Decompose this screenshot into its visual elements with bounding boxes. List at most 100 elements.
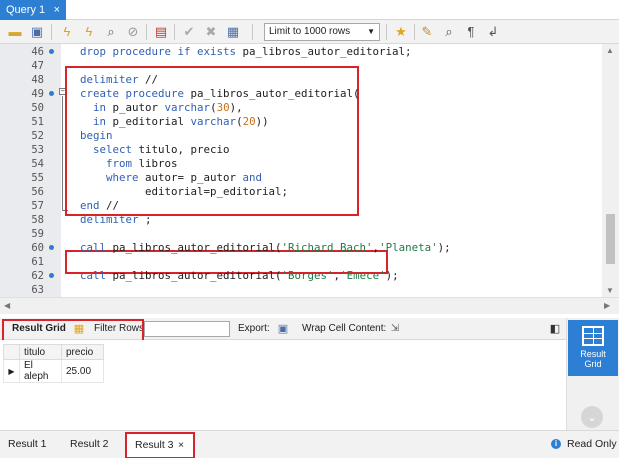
- tab-query-1-label: Query 1: [6, 4, 46, 16]
- filter-rows-input[interactable]: [144, 321, 230, 337]
- line-number: 54: [31, 158, 44, 170]
- toolbar-separator: [51, 24, 52, 40]
- tab-query-1[interactable]: Query 1 ×: [0, 0, 66, 20]
- query-tab-strip: Query 1 ×: [0, 0, 619, 20]
- close-icon[interactable]: ×: [54, 4, 60, 16]
- result-table: titulo precio ▶ El aleph 25.00: [3, 344, 104, 383]
- line-number: 62: [31, 270, 44, 282]
- stop-icon[interactable]: ⊘: [124, 23, 142, 41]
- editor-horizontal-scrollbar[interactable]: ◀ ▶: [0, 297, 619, 314]
- scroll-down-icon[interactable]: ▼: [606, 286, 614, 295]
- code-line[interactable]: end //: [80, 199, 119, 213]
- table-header-row: titulo precio: [3, 344, 104, 360]
- wrap-icon[interactable]: ↲: [484, 23, 502, 41]
- line-number: 58: [31, 214, 44, 226]
- result-toolbar: Result Grid ▦ Filter Rows: Export: ▣ Wra…: [0, 318, 566, 381]
- result-side-panel: Result Grid ⌄: [566, 318, 619, 430]
- toolbar-separator: [174, 24, 175, 40]
- code-line[interactable]: begin: [80, 129, 113, 143]
- toolbar-separator: [414, 24, 415, 40]
- result-grid-area: titulo precio ▶ El aleph 25.00: [0, 340, 566, 430]
- export-icon[interactable]: ▣: [274, 320, 292, 338]
- line-number: 47: [31, 60, 44, 72]
- chevron-down-icon[interactable]: ⌄: [581, 406, 603, 428]
- line-number: 53: [31, 144, 44, 156]
- code-line[interactable]: create procedure pa_libros_autor_editori…: [80, 87, 360, 101]
- line-number: 61: [31, 256, 44, 268]
- explain-icon[interactable]: ⌕: [102, 23, 120, 41]
- statement-marker-icon[interactable]: [49, 49, 54, 54]
- code-line[interactable]: drop procedure if exists pa_libros_autor…: [80, 45, 412, 59]
- line-number: 52: [31, 130, 44, 142]
- scroll-right-icon[interactable]: ▶: [604, 301, 610, 310]
- line-number: 60: [31, 242, 44, 254]
- code-line[interactable]: from libros: [80, 157, 178, 171]
- row-indicator-header: [3, 344, 20, 360]
- toolbar-separator: [386, 24, 387, 40]
- scrollbar-thumb[interactable]: [606, 214, 615, 264]
- line-number: 55: [31, 172, 44, 184]
- bookmark-star-icon[interactable]: ★: [392, 23, 410, 41]
- limit-rows-select[interactable]: Limit to 1000 rows ▼: [264, 23, 380, 41]
- line-number: 63: [31, 284, 44, 296]
- sql-editor[interactable]: − ▲ ▼ 46 drop procedure if exists pa_libr…: [0, 44, 619, 297]
- wrap-cell-label: Wrap Cell Content:: [302, 323, 387, 334]
- code-line[interactable]: delimiter //: [80, 73, 158, 87]
- cell-precio[interactable]: 25.00: [61, 359, 104, 383]
- code-line[interactable]: editorial=p_editorial;: [80, 185, 288, 199]
- statement-marker-icon[interactable]: [49, 245, 54, 250]
- code-line[interactable]: in p_autor varchar(30),: [80, 101, 243, 115]
- code-line[interactable]: in p_editorial varchar(20)): [80, 115, 269, 129]
- line-number: 46: [31, 46, 44, 58]
- sql-toolbar: ▬ ▣ ϟ ϟ ⌕ ⊘ ▤ ✔ ✖ ▦ Limit to 1000 rows ▼…: [0, 20, 619, 44]
- beautify-icon[interactable]: ✎: [418, 23, 436, 41]
- tab-result-3[interactable]: Result 3 ×: [125, 432, 195, 458]
- invisible-chars-icon[interactable]: ¶: [462, 23, 480, 41]
- statement-marker-icon[interactable]: [49, 91, 54, 96]
- column-header-precio[interactable]: precio: [61, 344, 104, 360]
- folder-icon[interactable]: ▬: [6, 23, 24, 41]
- tab-result-2[interactable]: Result 2: [70, 438, 109, 450]
- result-tabs-bar: Result 1 Result 2 Result 3 × i Read Only: [0, 430, 619, 458]
- line-number: 49: [31, 88, 44, 100]
- code-line[interactable]: delimiter ;: [80, 213, 152, 227]
- close-icon[interactable]: ×: [178, 439, 184, 451]
- code-line[interactable]: call pa_libros_autor_editorial('Richard …: [80, 241, 451, 255]
- grid-icon: [582, 326, 604, 346]
- result-grid-side-button[interactable]: Result Grid: [568, 320, 618, 376]
- code-line[interactable]: select titulo, precio: [80, 143, 230, 157]
- scroll-up-icon[interactable]: ▲: [606, 46, 614, 55]
- execute-current-icon[interactable]: ϟ: [80, 23, 98, 41]
- tab-result-1[interactable]: Result 1: [8, 438, 47, 450]
- line-number: 48: [31, 74, 44, 86]
- export-label: Export:: [238, 323, 270, 334]
- statement-marker-icon[interactable]: [49, 273, 54, 278]
- save-icon[interactable]: ▣: [28, 23, 46, 41]
- panel-toggle-icon[interactable]: ◧: [546, 320, 564, 338]
- scroll-left-icon[interactable]: ◀: [4, 301, 10, 310]
- column-header-titulo[interactable]: titulo: [19, 344, 62, 360]
- find-icon[interactable]: ⌕: [440, 23, 458, 41]
- code-line[interactable]: where autor= p_autor and: [80, 171, 262, 185]
- line-number: 59: [31, 228, 44, 240]
- line-number: 50: [31, 102, 44, 114]
- read-only-status: Read Only: [567, 438, 617, 450]
- side-label-line1: Result: [580, 349, 606, 359]
- row-marker-icon: ▶: [3, 359, 20, 383]
- execute-icon[interactable]: ϟ: [58, 23, 76, 41]
- limit-rows-value: Limit to 1000 rows: [269, 26, 351, 37]
- tab-result-3-label: Result 3: [135, 439, 174, 451]
- rollback-icon[interactable]: ✖: [202, 23, 220, 41]
- cell-titulo[interactable]: El aleph: [19, 359, 62, 383]
- chevron-down-icon: ▼: [367, 27, 375, 36]
- wrap-cell-icon[interactable]: ⇲: [386, 320, 404, 338]
- code-line[interactable]: call pa_libros_autor_editorial('Borges',…: [80, 269, 399, 283]
- editor-vertical-scrollbar[interactable]: ▲ ▼: [602, 44, 619, 297]
- toggle-results-icon[interactable]: ▤: [152, 23, 170, 41]
- toolbar-separator: [146, 24, 147, 40]
- autocommit-icon[interactable]: ▦: [224, 23, 242, 41]
- commit-icon[interactable]: ✔: [180, 23, 198, 41]
- table-row[interactable]: ▶ El aleph 25.00: [3, 359, 104, 383]
- line-number: 57: [31, 200, 44, 212]
- toolbar-separator: [252, 24, 253, 40]
